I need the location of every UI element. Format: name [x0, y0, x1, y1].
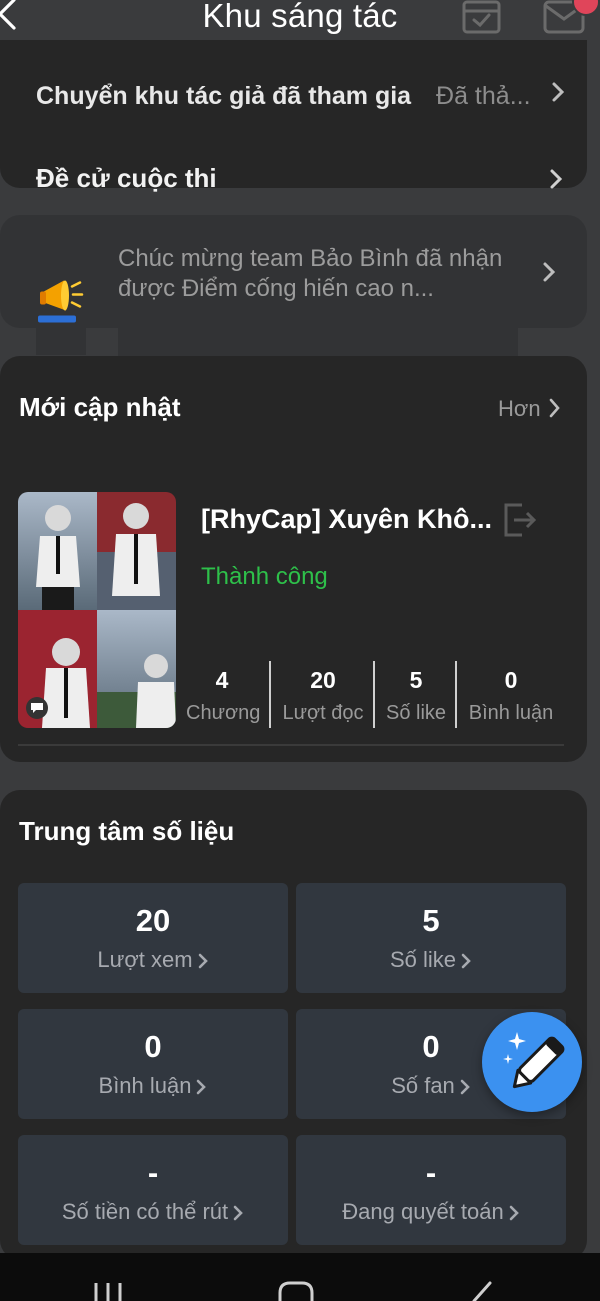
recent-apps-icon[interactable] [90, 1277, 126, 1301]
stat-label: Lượt đọc [282, 702, 364, 724]
tile-views[interactable]: 20 Lượt xem [18, 883, 288, 993]
nominate-contest-label: Đề cử cuộc thi [36, 163, 217, 193]
stat-likes: 5 Số like [384, 664, 448, 725]
work-title[interactable]: [RhyCap] Xuyên Khô... [201, 504, 492, 535]
chevron-right-icon [552, 82, 565, 102]
write-fab-button[interactable] [482, 1012, 582, 1112]
comment-badge-icon [26, 697, 48, 719]
calendar-check-icon[interactable] [462, 0, 502, 36]
tile-withdrawable[interactable]: - Số tiền có thể rút [18, 1135, 288, 1245]
exit-icon[interactable] [500, 501, 538, 539]
stat-reads: 20 Lượt đọc [280, 664, 366, 725]
stat-label: Chương [186, 702, 261, 724]
stat-value: 4 [215, 667, 229, 693]
tile-label: Đang quyết toán [342, 1199, 504, 1224]
stat-label: Bình luận [468, 702, 554, 724]
divider [455, 661, 457, 728]
app-header: Khu sáng tác [0, 0, 600, 40]
data-center-title: Trung tâm số liệu [19, 816, 235, 846]
tile-value: 20 [135, 903, 171, 938]
tile-label: Bình luận [98, 1073, 192, 1098]
tile-value: 5 [422, 903, 440, 938]
tile-settling[interactable]: - Đang quyết toán [296, 1135, 566, 1245]
cover-collage [18, 492, 176, 728]
megaphone-icon [36, 242, 86, 355]
stat-value: 5 [409, 667, 423, 693]
stat-value: 0 [504, 667, 518, 693]
author-zone-label: Chuyển khu tác giả đã tham gia [36, 82, 412, 110]
chevron-right-icon [543, 262, 556, 282]
stat-comments: 0 Bình luận [466, 664, 556, 725]
chevron-right-icon [461, 953, 471, 969]
tile-comments[interactable]: 0 Bình luận [18, 1009, 288, 1119]
home-icon[interactable] [276, 1277, 316, 1301]
tile-label: Lượt xem [97, 947, 193, 972]
divider [269, 661, 271, 728]
announcement-text: Chúc mừng team Bảo Bình đã nhận được Điể… [118, 244, 518, 357]
chevron-right-icon[interactable] [548, 397, 562, 419]
page-title: Khu sáng tác [202, 0, 398, 34]
nominate-contest-row[interactable]: Đề cử cuộc thi [36, 163, 566, 203]
tile-label: Số like [389, 947, 457, 972]
work-status: Thành công [201, 563, 328, 590]
divider [18, 744, 564, 746]
tile-value: - [147, 1155, 159, 1190]
tile-value: 0 [144, 1029, 162, 1064]
more-link[interactable]: Hơn [498, 396, 541, 422]
system-nav-bar [0, 1253, 600, 1301]
tile-value: - [425, 1155, 437, 1190]
chevron-right-icon [550, 169, 563, 189]
chevron-right-icon [509, 1205, 519, 1221]
tile-likes[interactable]: 5 Số like [296, 883, 566, 993]
author-zone-row[interactable]: Chuyển khu tác giả đã tham gia Đã thả... [36, 82, 565, 111]
tile-label: Số fan [391, 1073, 455, 1098]
chevron-right-icon [197, 1079, 207, 1095]
tile-label: Số tiền có thể rút [61, 1199, 229, 1224]
chevron-right-icon [233, 1205, 243, 1221]
stat-chapters: 4 Chương [186, 664, 261, 725]
chevron-right-icon [460, 1079, 470, 1095]
chevron-right-icon [198, 953, 208, 969]
stat-value: 20 [310, 667, 336, 693]
recent-section-title: Mới cập nhật [19, 392, 181, 422]
back-icon[interactable] [466, 1277, 496, 1301]
divider [373, 661, 375, 728]
stat-label: Số like [385, 702, 447, 724]
author-zone-value: Đã thả... [436, 82, 531, 110]
work-cover-image[interactable] [18, 492, 176, 728]
pencil-sparkle-icon [503, 1032, 565, 1089]
